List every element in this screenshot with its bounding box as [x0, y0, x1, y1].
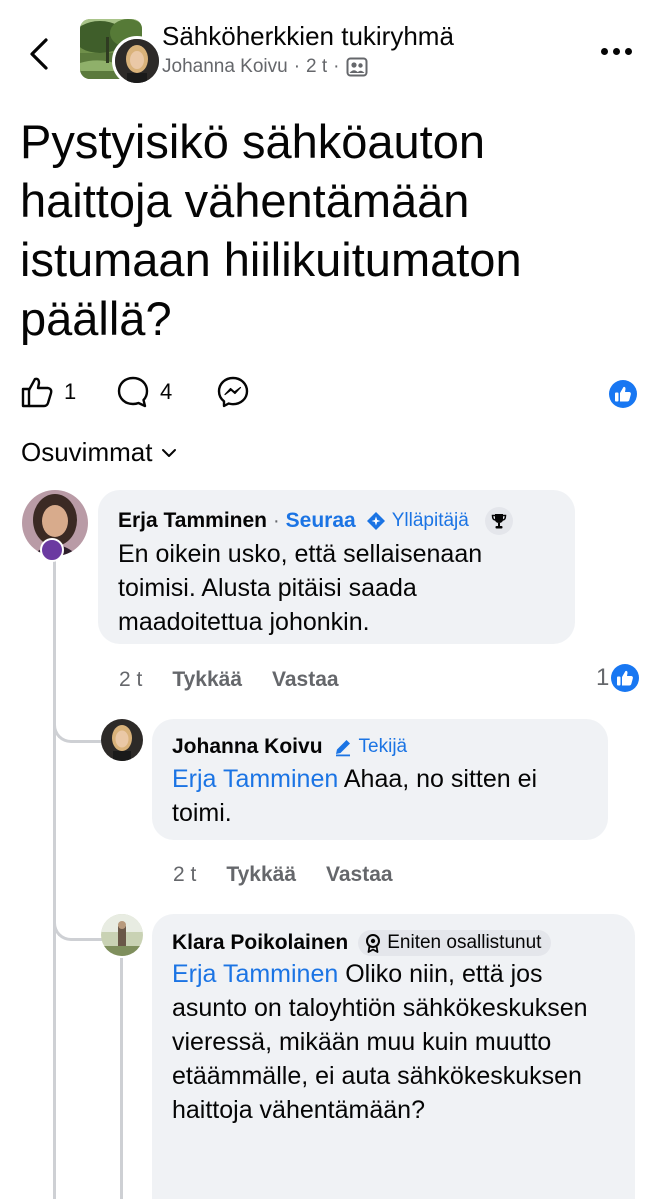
contributor-badge-icon [366, 934, 381, 953]
commenter-name[interactable]: Johanna Koivu [172, 735, 323, 759]
comment-reply-button[interactable]: Vastaa [326, 863, 393, 887]
comment-text: En oikein usko, että sellaisenaan toimis… [118, 540, 483, 636]
comment-like-button[interactable]: Tykkää [172, 668, 242, 692]
comment-like-badge [611, 664, 640, 692]
thread-branch [53, 910, 104, 941]
comment-header: Erja Tamminen · Seuraa Ylläpitäjä [118, 507, 513, 535]
thread-branch [53, 712, 104, 743]
pencil-icon [335, 740, 350, 757]
more-dot [612, 47, 620, 55]
reply-bubble: Johanna Koivu Tekijä Erja Tamminen Ahaa,… [152, 719, 608, 840]
commenter-photo [101, 914, 143, 956]
author-name[interactable]: Johanna Koivu [162, 56, 288, 78]
admin-badge-icon [366, 512, 385, 530]
meta-separator-2: · [333, 56, 340, 77]
comment-bubble: Erja Tamminen · Seuraa Ylläpitäjä En oik… [98, 490, 575, 644]
comment-like-button[interactable]: Tykkää [226, 863, 296, 887]
reply-text: Erja Tamminen Oliko niin, että jos asunt… [172, 957, 612, 1127]
comment-footer: 2 t Tykkää Vastaa [119, 668, 339, 692]
admin-shield-badge [40, 538, 64, 562]
members-icon [346, 57, 367, 77]
badge-label: Eniten osallistunut [387, 932, 542, 953]
sort-label: Osuvimmat [21, 437, 153, 467]
more-dot [624, 47, 632, 55]
commenter-name[interactable]: Erja Tamminen [118, 509, 267, 533]
author-photo [115, 39, 159, 83]
reply-bubble: Klara Poikolainen Eniten osallistunut Er… [152, 914, 635, 1199]
follow-button[interactable]: Seuraa [286, 509, 356, 533]
commenter-photo [101, 719, 143, 761]
mention-link[interactable]: Erja Tamminen [172, 960, 338, 988]
messenger-icon [217, 376, 249, 408]
trophy-icon [491, 514, 507, 529]
name-separator: · [273, 509, 280, 532]
comment-reaction-summary[interactable]: 1 [596, 664, 640, 692]
commenter-avatar[interactable] [101, 914, 143, 956]
thread-line-nested [120, 958, 123, 1199]
more-options-button[interactable] [598, 40, 634, 62]
thumbs-up-icon [615, 386, 631, 402]
group-name-link[interactable]: Sähköherkkien tukiryhmä [162, 21, 454, 52]
thumbs-up-icon [617, 670, 634, 686]
back-button[interactable] [26, 36, 54, 72]
reaction-like-badge[interactable] [609, 380, 637, 408]
reply-text: Erja Tamminen Ahaa, no sitten ei toimi. [172, 762, 592, 830]
thread-line [53, 560, 56, 1199]
like-button[interactable]: 1 [20, 375, 76, 409]
comment-time[interactable]: 2 t [119, 668, 142, 692]
messenger-share-button[interactable] [216, 375, 250, 409]
mention-link[interactable]: Erja Tamminen [172, 765, 338, 793]
chevron-left-icon [30, 38, 48, 70]
reply-footer: 2 t Tykkää Vastaa [173, 863, 393, 887]
reply-header: Johanna Koivu Tekijä [172, 735, 407, 759]
like-outline-icon [21, 377, 53, 408]
comment-icon [117, 376, 149, 408]
comment-button[interactable]: 4 [116, 375, 172, 409]
author-role-label: Tekijä [358, 736, 408, 757]
author-avatar[interactable] [112, 36, 162, 86]
commenter-avatar[interactable] [101, 719, 143, 761]
commenter-name[interactable]: Klara Poikolainen [172, 931, 348, 955]
comment-time[interactable]: 2 t [173, 863, 196, 887]
comment-reaction-count: 1 [596, 664, 610, 691]
meta-separator: · [293, 56, 301, 77]
post-time[interactable]: 2 t [306, 56, 327, 78]
comment-sort-dropdown[interactable]: Osuvimmat [21, 437, 178, 468]
reply-header: Klara Poikolainen Eniten osallistunut [172, 930, 552, 956]
post-meta: Johanna Koivu · 2 t · [162, 56, 368, 78]
post-title: Pystyisikö sähköauton haittoja vähentämä… [20, 115, 522, 345]
top-fan-badge[interactable] [484, 507, 513, 535]
comment-reply-button[interactable]: Vastaa [272, 668, 339, 692]
like-count: 1 [64, 379, 77, 404]
comment-count: 4 [160, 379, 173, 404]
chevron-down-icon [162, 448, 177, 457]
top-contributor-badge[interactable]: Eniten osallistunut [358, 930, 552, 956]
more-dots-icon [600, 47, 608, 55]
admin-role-label: Ylläpitäjä [391, 510, 469, 531]
